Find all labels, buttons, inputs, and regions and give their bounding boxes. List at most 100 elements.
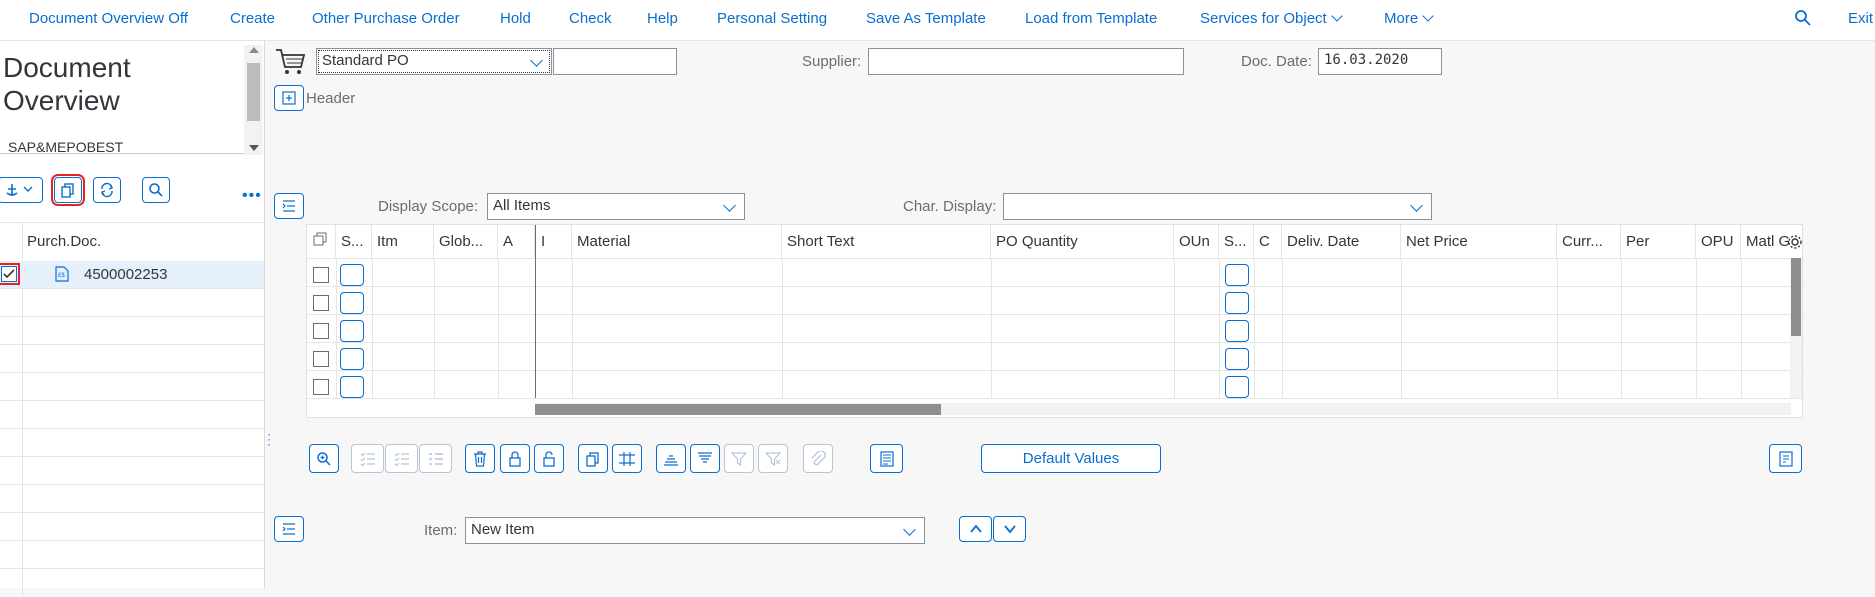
row-select-checkbox[interactable] bbox=[313, 295, 329, 311]
additional-planning-button[interactable] bbox=[870, 444, 903, 473]
menu-load-from-template[interactable]: Load from Template bbox=[1025, 10, 1157, 27]
char-display-select[interactable] bbox=[1003, 193, 1432, 220]
next-item-button[interactable] bbox=[993, 516, 1026, 542]
menu-save-as-template[interactable]: Save As Template bbox=[866, 10, 986, 27]
menu-exit[interactable]: Exit bbox=[1848, 10, 1873, 27]
collapse-item-detail-button[interactable] bbox=[274, 516, 304, 542]
shopping-cart-icon[interactable] bbox=[274, 46, 306, 78]
menu-more[interactable]: More bbox=[1384, 10, 1434, 27]
title-scrollbar[interactable] bbox=[244, 45, 263, 155]
split-button[interactable] bbox=[612, 444, 642, 473]
filter-button[interactable] bbox=[724, 444, 754, 473]
splitter-handle[interactable]: · · · bbox=[267, 428, 271, 450]
row-status-button[interactable] bbox=[340, 376, 364, 398]
overflow-icon[interactable]: ••• bbox=[242, 187, 262, 205]
row-select-checkbox[interactable] bbox=[313, 267, 329, 283]
search-button[interactable] bbox=[1794, 9, 1812, 31]
col-account[interactable]: A bbox=[498, 225, 535, 258]
menu-help[interactable]: Help bbox=[647, 10, 678, 27]
copy-button[interactable] bbox=[51, 174, 85, 206]
collapse-items-button[interactable] bbox=[274, 193, 304, 219]
deselect-all-button[interactable] bbox=[419, 444, 452, 473]
menu-personal-setting[interactable]: Personal Setting bbox=[717, 10, 827, 27]
table-vscroll-thumb[interactable] bbox=[1791, 258, 1801, 336]
po-type-select[interactable]: Standard PO bbox=[316, 48, 552, 75]
purch-doc-number[interactable]: 4500002253 bbox=[84, 266, 167, 283]
col-po-quantity[interactable]: PO Quantity bbox=[991, 225, 1174, 258]
table-hscroll-thumb[interactable] bbox=[535, 404, 941, 415]
row-select-checkbox[interactable] bbox=[313, 323, 329, 339]
menu-check[interactable]: Check bbox=[569, 10, 612, 27]
col-status[interactable]: S... bbox=[336, 225, 372, 258]
display-scope-select[interactable]: All Items bbox=[487, 193, 745, 220]
col-c[interactable]: C bbox=[1254, 225, 1282, 258]
col-matl-group[interactable]: Matl Gr bbox=[1741, 225, 1791, 258]
select-all-icon[interactable] bbox=[307, 225, 336, 258]
default-values-button[interactable]: Default Values bbox=[981, 444, 1161, 473]
menu-create[interactable]: Create bbox=[230, 10, 275, 27]
row-status-button[interactable] bbox=[340, 292, 364, 314]
sort-ascending-button[interactable] bbox=[656, 444, 686, 473]
scroll-up-icon[interactable] bbox=[249, 47, 259, 53]
unlock-button[interactable] bbox=[534, 444, 564, 473]
tree-row[interactable]: £$ 4500002253 bbox=[0, 261, 264, 289]
col-per[interactable]: Per bbox=[1621, 225, 1696, 258]
row-select-checkbox[interactable] bbox=[313, 351, 329, 367]
display-scope-value: All Items bbox=[493, 197, 551, 214]
menu-other-purchase-order[interactable]: Other Purchase Order bbox=[312, 10, 460, 27]
row-s-button[interactable] bbox=[1225, 264, 1249, 286]
select-all-button[interactable] bbox=[351, 444, 384, 473]
doc-date-field[interactable]: 16.03.2020 bbox=[1318, 48, 1442, 75]
row-s-button[interactable] bbox=[1225, 292, 1249, 314]
remove-filter-button[interactable] bbox=[758, 444, 788, 473]
row-checkbox[interactable] bbox=[0, 263, 20, 285]
row-s-button[interactable] bbox=[1225, 348, 1249, 370]
table-horizontal-scrollbar[interactable] bbox=[535, 403, 1791, 415]
tree-header-purch-doc[interactable]: Purch.Doc. bbox=[27, 233, 101, 250]
expand-header-button[interactable] bbox=[274, 85, 304, 111]
menu-document-overview-off[interactable]: Document Overview Off bbox=[29, 10, 188, 27]
col-order-unit[interactable]: OUn bbox=[1174, 225, 1219, 258]
col-material[interactable]: Material bbox=[572, 225, 782, 258]
row-status-button[interactable] bbox=[340, 264, 364, 286]
item-select[interactable]: New Item bbox=[465, 517, 925, 544]
lock-button[interactable] bbox=[500, 444, 530, 473]
select-block-button[interactable] bbox=[385, 444, 418, 473]
collapse-icon bbox=[282, 523, 295, 535]
menu-services-for-object[interactable]: Services for Object bbox=[1200, 10, 1343, 27]
refresh-button[interactable] bbox=[93, 177, 121, 203]
scroll-thumb[interactable] bbox=[247, 63, 260, 121]
settings-gear-icon[interactable] bbox=[1787, 234, 1803, 250]
sort-descending-button[interactable] bbox=[690, 444, 720, 473]
copy-item-button[interactable] bbox=[578, 444, 608, 473]
col-s2[interactable]: S... bbox=[1219, 225, 1254, 258]
layout-settings-button[interactable] bbox=[1769, 444, 1802, 473]
col-net-price[interactable]: Net Price bbox=[1401, 225, 1557, 258]
col-item-category[interactable]: I bbox=[535, 225, 572, 258]
previous-item-button[interactable] bbox=[959, 516, 992, 542]
selection-variant-button[interactable] bbox=[0, 177, 43, 203]
col-opu[interactable]: OPU bbox=[1696, 225, 1741, 258]
tree-row bbox=[0, 345, 264, 373]
delete-button[interactable] bbox=[465, 444, 495, 473]
col-item[interactable]: Itm bbox=[372, 225, 434, 258]
row-status-button[interactable] bbox=[340, 320, 364, 342]
document-list-icon bbox=[879, 450, 894, 467]
row-s-button[interactable] bbox=[1225, 376, 1249, 398]
col-currency[interactable]: Curr... bbox=[1557, 225, 1621, 258]
menu-hold[interactable]: Hold bbox=[500, 10, 531, 27]
table-vertical-scrollbar[interactable] bbox=[1790, 258, 1802, 398]
scroll-down-icon[interactable] bbox=[249, 145, 259, 151]
row-s-button[interactable] bbox=[1225, 320, 1249, 342]
col-global[interactable]: Glob... bbox=[434, 225, 498, 258]
row-select-checkbox[interactable] bbox=[313, 379, 329, 395]
attachment-button[interactable] bbox=[803, 444, 833, 473]
chevron-up-icon bbox=[969, 524, 982, 533]
supplier-field[interactable] bbox=[868, 48, 1184, 75]
col-short-text[interactable]: Short Text bbox=[782, 225, 991, 258]
col-deliv-date[interactable]: Deliv. Date bbox=[1282, 225, 1401, 258]
row-status-button[interactable] bbox=[340, 348, 364, 370]
find-button[interactable] bbox=[142, 177, 170, 203]
details-button[interactable] bbox=[309, 444, 339, 473]
po-number-field[interactable] bbox=[553, 48, 677, 75]
